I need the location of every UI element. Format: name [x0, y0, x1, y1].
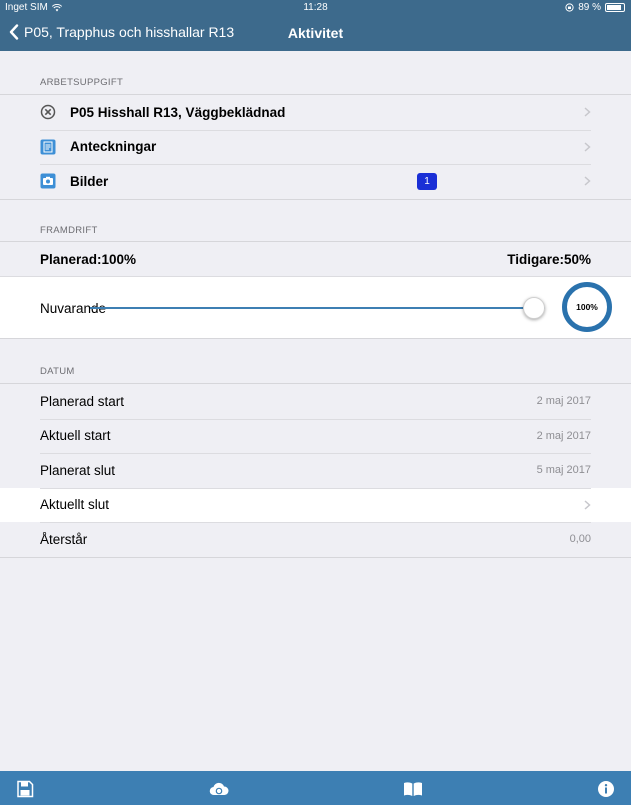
info-icon [598, 781, 614, 797]
cloud-sync-icon [209, 782, 229, 796]
save-icon [17, 780, 34, 798]
sync-button[interactable] [209, 779, 229, 799]
task-group: P05 Hisshall R13, Väggbeklädnad Anteckni… [0, 94, 631, 200]
cancel-circle-icon [40, 104, 56, 120]
date-row-planned-start: Planerad start 2 maj 2017 [0, 384, 631, 419]
date-row-label: Aktuell start [40, 428, 111, 444]
progress-slider-track[interactable] [90, 307, 545, 309]
section-header-progress: FRAMDRIFT [40, 225, 98, 236]
date-row-value: 2 maj 2017 [536, 429, 591, 442]
task-row-label: P05 Hisshall R13, Väggbeklädnad [70, 104, 286, 120]
book-icon [404, 782, 422, 796]
camera-icon [40, 173, 56, 189]
back-button-label: P05, Trapphus och hisshallar R13 [24, 24, 235, 40]
date-row-value: 0,00 [569, 533, 591, 546]
chevron-right-icon [584, 499, 591, 510]
task-row[interactable]: P05 Hisshall R13, Väggbeklädnad [0, 95, 631, 130]
chevron-right-icon [584, 141, 591, 152]
save-button[interactable] [15, 779, 35, 799]
date-row-label: Aktuellt slut [40, 497, 110, 513]
date-row-label: Planerat slut [40, 462, 116, 478]
progress-ring-value: 100% [576, 302, 598, 312]
date-row-planned-end: Planerat slut 5 maj 2017 [0, 453, 631, 488]
previous-progress: Tidigare:50% [507, 252, 591, 267]
notes-row[interactable]: Anteckningar [0, 129, 631, 165]
progress-ring: 100% [562, 282, 612, 332]
images-row[interactable]: Bilder 1 [0, 164, 631, 199]
navigation-bar: P05, Trapphus och hisshallar R13 Aktivit… [0, 16, 631, 51]
date-row-actual-end[interactable]: Aktuellt slut [0, 487, 631, 522]
status-bar: Inget SIM 11:28 89 % [0, 0, 631, 16]
planned-progress: Planerad:100% [40, 252, 137, 267]
battery-icon [605, 3, 625, 12]
progress-slider-thumb[interactable] [523, 297, 545, 319]
images-row-label: Bilder [70, 173, 109, 189]
date-row-label: Planerad start [40, 393, 125, 409]
bottom-toolbar [0, 771, 631, 805]
date-row-label: Återstår [40, 531, 88, 547]
book-button[interactable] [403, 779, 423, 799]
orientation-lock-icon [565, 3, 574, 12]
notes-row-label: Anteckningar [70, 139, 157, 155]
back-button[interactable]: P05, Trapphus och hisshallar R13 [9, 24, 234, 40]
chevron-left-icon [9, 24, 19, 40]
progress-summary-row: Planerad:100% Tidigare:50% [0, 242, 631, 276]
notes-icon [40, 139, 56, 155]
progress-group: Planerad:100% Tidigare:50% Nuvarande 100… [0, 241, 631, 339]
date-row-value: 2 maj 2017 [536, 395, 591, 408]
battery-percent: 89 % [578, 2, 601, 13]
section-header-dates: DATUM [40, 366, 75, 377]
chevron-right-icon [584, 176, 591, 186]
info-button[interactable] [596, 779, 616, 799]
section-header-task: ARBETSUPPGIFT [40, 77, 124, 88]
dates-group: Planerad start 2 maj 2017 Aktuell start … [0, 383, 631, 558]
date-row-value: 5 maj 2017 [536, 464, 591, 477]
current-progress-row: Nuvarande 100% [0, 276, 631, 338]
date-row-remaining: Återstår 0,00 [0, 522, 631, 557]
images-count-badge: 1 [417, 173, 437, 190]
clock: 11:28 [303, 2, 328, 13]
chevron-right-icon [584, 107, 591, 117]
date-row-actual-start: Aktuell start 2 maj 2017 [0, 418, 631, 454]
